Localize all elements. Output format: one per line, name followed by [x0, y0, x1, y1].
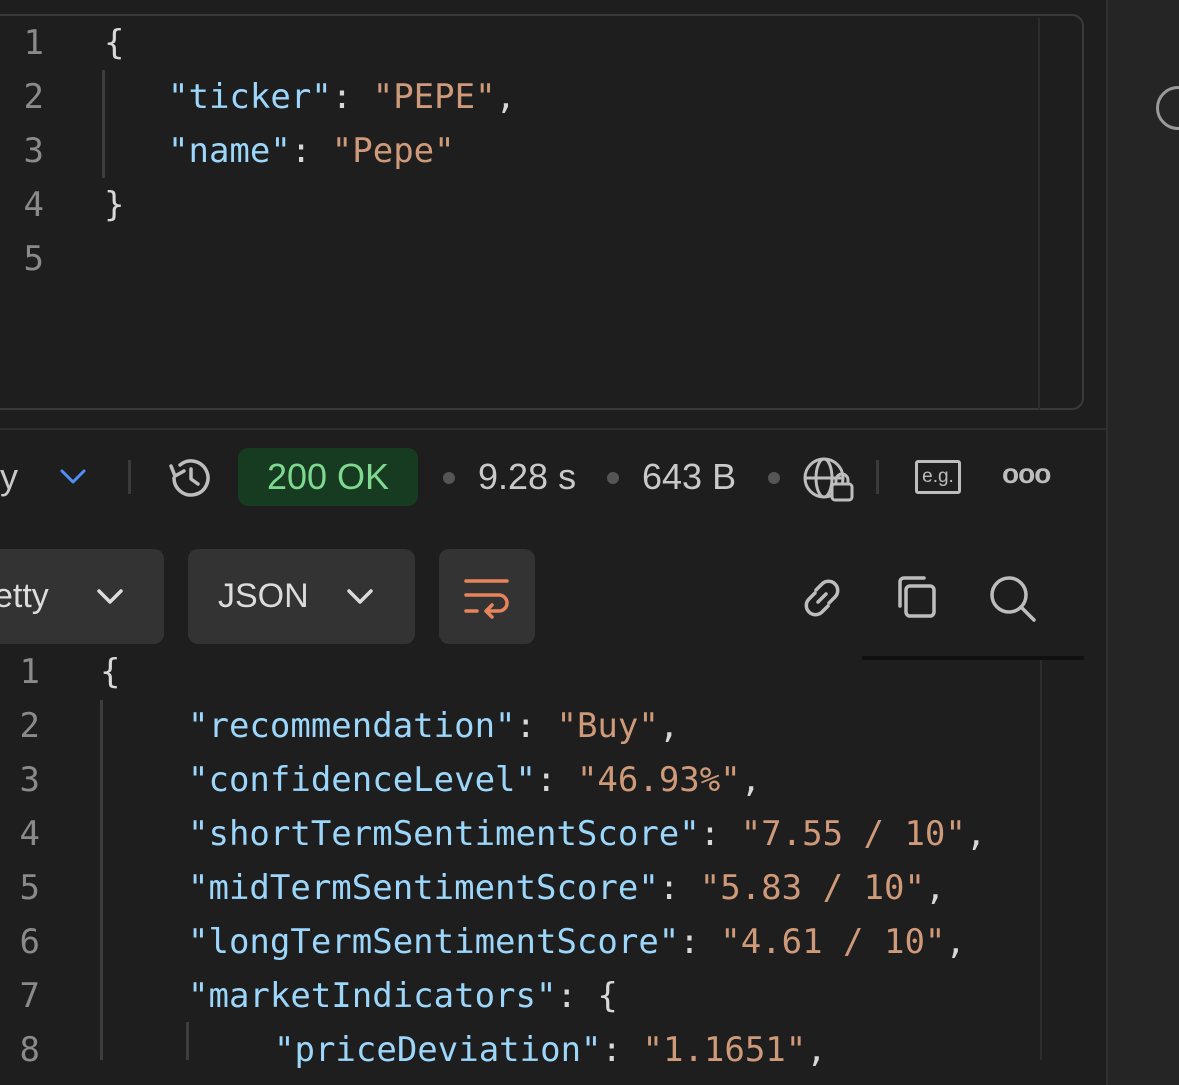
view-mode-select[interactable]: etty: [0, 549, 164, 644]
line-number: 2: [19, 706, 40, 746]
chevron-down-icon: [97, 589, 123, 604]
json-key: "marketIndicators": [188, 976, 557, 1016]
line-number: 8: [19, 1030, 40, 1070]
line-number: 3: [23, 131, 44, 171]
wrap-lines-icon: [464, 579, 509, 619]
json-key: "longTermSentimentScore": [188, 922, 680, 962]
history-icon[interactable]: [164, 452, 216, 504]
code-line: "name": "Pepe": [168, 131, 455, 171]
code-line: "confidenceLevel": "46.93%",: [188, 760, 762, 800]
json-value: "5.83 / 10": [699, 868, 925, 908]
code-line: "shortTermSentimentScore": "7.55 / 10",: [188, 814, 987, 854]
open-brace: {: [100, 652, 121, 692]
status-badge: 200 OK: [238, 448, 418, 506]
code-line: "priceDeviation": "1.1651",: [274, 1030, 827, 1070]
json-key: "ticker": [168, 77, 332, 117]
indent-guide: [102, 70, 105, 178]
more-icon[interactable]: ooo: [1002, 458, 1051, 490]
line-number: 4: [19, 814, 40, 854]
request-editor-scrollbar[interactable]: [1038, 18, 1040, 410]
json-value: {: [597, 976, 618, 1016]
editor-shadow: [862, 656, 1084, 660]
divider: [128, 460, 131, 494]
code-line: "ticker": "PEPE",: [168, 77, 517, 117]
line-number: 6: [19, 922, 40, 962]
chevron-down-icon[interactable]: [58, 466, 88, 488]
json-value: "PEPE": [372, 77, 496, 117]
examples-icon[interactable]: e.g.: [915, 460, 961, 494]
search-icon[interactable]: [984, 570, 1040, 626]
json-key: "priceDeviation": [274, 1030, 602, 1070]
code-line: "longTermSentimentScore": "4.61 / 10",: [188, 922, 966, 962]
separator-dot: [768, 472, 780, 484]
chevron-down-icon: [347, 589, 373, 604]
response-size[interactable]: 643 B: [642, 448, 736, 506]
code-line: "midTermSentimentScore": "5.83 / 10",: [188, 868, 946, 908]
json-value: "46.93%": [576, 760, 741, 800]
json-key: "shortTermSentimentScore": [188, 814, 700, 854]
json-value: "1.1651": [642, 1030, 807, 1070]
code-line: "marketIndicators": {: [188, 976, 618, 1016]
format-select[interactable]: JSON: [188, 549, 415, 644]
json-key: "name": [168, 131, 291, 171]
json-value: "Pepe": [331, 131, 455, 171]
json-key: "midTermSentimentScore": [188, 868, 659, 908]
json-key: "confidenceLevel": [188, 760, 536, 800]
line-number: 2: [23, 77, 44, 117]
code-line: "recommendation": "Buy",: [188, 706, 680, 746]
globe-lock-icon[interactable]: [802, 454, 856, 504]
wrap-lines-button[interactable]: [439, 549, 535, 644]
view-mode-label: etty: [0, 577, 49, 615]
response-time[interactable]: 9.28 s: [478, 448, 576, 506]
response-editor-scrollbar[interactable]: [1040, 660, 1042, 1060]
line-number: 1: [19, 652, 40, 692]
request-body-editor[interactable]: [0, 14, 1084, 410]
link-icon[interactable]: [794, 570, 850, 626]
json-value: "7.55 / 10": [740, 814, 966, 854]
json-value: "Buy": [556, 706, 659, 746]
close-brace: }: [104, 185, 125, 225]
line-number: 5: [23, 239, 44, 279]
json-key: "recommendation": [188, 706, 516, 746]
indent-guide: [186, 1022, 189, 1060]
line-number: 7: [19, 976, 40, 1016]
line-number: 4: [23, 185, 44, 225]
divider: [876, 460, 879, 494]
line-number: 5: [19, 868, 40, 908]
right-side-panel: [1106, 0, 1179, 1085]
view-dropdown-label[interactable]: y: [0, 448, 18, 506]
line-number: 3: [19, 760, 40, 800]
open-brace: {: [104, 23, 125, 63]
separator-dot: [443, 472, 455, 484]
indent-guide: [100, 700, 103, 1060]
json-value: "4.61 / 10": [720, 922, 946, 962]
line-number: 1: [23, 23, 44, 63]
format-label: JSON: [218, 577, 309, 615]
copy-icon[interactable]: [890, 570, 946, 626]
separator-dot: [607, 472, 619, 484]
